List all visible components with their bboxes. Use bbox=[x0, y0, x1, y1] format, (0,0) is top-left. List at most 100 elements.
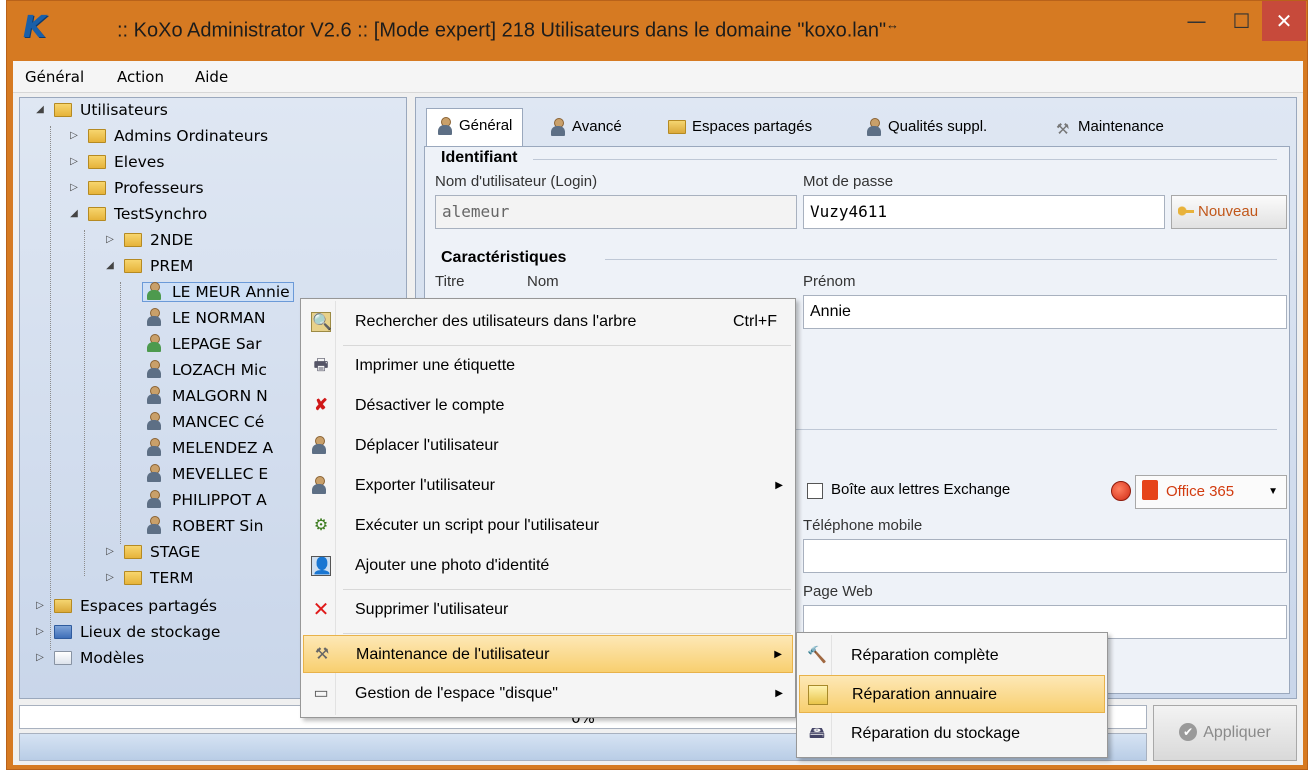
expand-icon[interactable]: ◢ bbox=[34, 98, 46, 122]
title-bar[interactable]: K :: KoXo Administrator V2.6 :: [Mode ex… bbox=[7, 1, 1307, 61]
minimize-button[interactable]: — bbox=[1174, 1, 1219, 41]
tree-user[interactable]: ROBERT Sin bbox=[146, 514, 263, 538]
menu-action[interactable]: Action bbox=[117, 68, 164, 86]
tab-qualites[interactable]: Qualités suppl. bbox=[866, 110, 987, 144]
resize-arrows-icon: ↔ bbox=[886, 17, 900, 32]
menu-item-search-users[interactable]: 🔍 Rechercher des utilisateurs dans l'arb… bbox=[303, 303, 793, 341]
user-icon bbox=[146, 386, 162, 404]
menu-item-disable-account[interactable]: ✘ Désactiver le compte bbox=[303, 387, 793, 425]
context-menu: 🔍 Rechercher des utilisateurs dans l'arb… bbox=[300, 298, 796, 718]
move-user-icon bbox=[311, 436, 331, 456]
maintenance-submenu: 🔨 Réparation complète Réparation annuair… bbox=[796, 632, 1108, 758]
tools-icon: ⚒ bbox=[314, 646, 330, 663]
tree-user[interactable]: MALGORN N bbox=[146, 384, 268, 408]
folder-icon bbox=[88, 207, 106, 221]
office-logo-icon bbox=[1142, 480, 1158, 500]
expand-icon[interactable]: ◢ bbox=[104, 254, 116, 278]
folder-icon bbox=[54, 103, 72, 117]
tree-user-selected[interactable]: LE MEUR Annie bbox=[142, 280, 294, 304]
menu-item-disk-space[interactable]: ▭ Gestion de l'espace "disque" ▶ bbox=[303, 675, 793, 713]
collapse-icon[interactable]: ▷ bbox=[68, 124, 80, 148]
export-user-icon bbox=[311, 476, 331, 496]
prenom-field[interactable]: Annie bbox=[803, 295, 1287, 329]
menu-item-storage-repair[interactable]: 🖴 Réparation du stockage bbox=[799, 715, 1105, 753]
mobile-field[interactable] bbox=[803, 539, 1287, 573]
tools-icon: ⚒ bbox=[1056, 121, 1070, 138]
section-identifiant: Identifiant bbox=[441, 149, 518, 166]
office365-dropdown[interactable]: Office 365 ▼ bbox=[1135, 475, 1287, 509]
collapse-icon[interactable]: ▷ bbox=[68, 150, 80, 174]
collapse-icon[interactable]: ▷ bbox=[104, 566, 116, 590]
password-label: Mot de passe bbox=[803, 173, 894, 190]
menu-item-run-script[interactable]: ⚙ Exécuter un script pour l'utilisateur bbox=[303, 507, 793, 545]
password-field[interactable]: Vuzy4611 bbox=[803, 195, 1165, 229]
expand-icon[interactable]: ◢ bbox=[68, 202, 80, 226]
tree-user[interactable]: LEPAGE Sar bbox=[146, 332, 262, 356]
login-field[interactable]: alemeur bbox=[435, 195, 797, 229]
folder-icon bbox=[88, 181, 106, 195]
collapse-icon[interactable]: ▷ bbox=[68, 176, 80, 200]
collapse-icon[interactable]: ▷ bbox=[34, 646, 46, 670]
menu-item-delete-user[interactable]: ✕ Supprimer l'utilisateur bbox=[303, 591, 793, 629]
folder-icon bbox=[124, 545, 142, 559]
submenu-arrow-icon: ▶ bbox=[774, 649, 782, 660]
exchange-checkbox[interactable] bbox=[807, 483, 823, 499]
web-label: Page Web bbox=[803, 583, 873, 600]
submenu-arrow-icon: ▶ bbox=[775, 688, 783, 699]
tab-avance[interactable]: Avancé bbox=[550, 110, 622, 144]
storage-icon: 🖴 bbox=[808, 725, 826, 742]
shared-folder-icon bbox=[668, 120, 686, 134]
tree-user[interactable]: MEVELLEC E bbox=[146, 462, 268, 486]
new-password-button[interactable]: Nouveau bbox=[1171, 195, 1287, 229]
login-label: Nom d'utilisateur (Login) bbox=[435, 173, 598, 190]
maximize-button[interactable]: ☐ bbox=[1219, 1, 1264, 41]
tree-user[interactable]: LOZACH Mic bbox=[146, 358, 267, 382]
app-logo: K bbox=[23, 10, 47, 45]
user-icon bbox=[146, 438, 162, 456]
menu-item-export-user[interactable]: Exporter l'utilisateur ▶ bbox=[303, 467, 793, 505]
user-icon bbox=[146, 464, 162, 482]
prenom-label: Prénom bbox=[803, 273, 856, 290]
folder-icon bbox=[124, 233, 142, 247]
menu-item-add-photo[interactable]: 👤 Ajouter une photo d'identité bbox=[303, 547, 793, 585]
apply-button[interactable]: ✔ Appliquer bbox=[1153, 705, 1297, 761]
menu-item-full-repair[interactable]: 🔨 Réparation complète bbox=[799, 637, 1105, 675]
close-button[interactable]: ✕ bbox=[1262, 1, 1306, 41]
shared-folder-icon bbox=[54, 599, 72, 613]
collapse-icon[interactable]: ▷ bbox=[104, 228, 116, 252]
model-icon bbox=[54, 651, 72, 665]
printer-icon: 🖶 bbox=[313, 357, 329, 374]
tab-espaces-partages[interactable]: Espaces partagés bbox=[668, 110, 812, 144]
tab-maintenance[interactable]: ⚒ Maintenance bbox=[1056, 110, 1164, 144]
user-icon bbox=[146, 360, 162, 378]
storage-icon bbox=[54, 625, 72, 639]
folder-icon bbox=[124, 259, 142, 273]
photo-icon: 👤 bbox=[311, 556, 332, 576]
chevron-down-icon: ▼ bbox=[1268, 486, 1278, 497]
tab-general[interactable]: Général bbox=[426, 108, 524, 146]
submenu-arrow-icon: ▶ bbox=[775, 480, 783, 491]
menu-item-print-label[interactable]: 🖶 Imprimer une étiquette bbox=[303, 347, 793, 385]
tree-user[interactable]: MELENDEZ A bbox=[146, 436, 273, 460]
tree-user[interactable]: PHILIPPOT A bbox=[146, 488, 267, 512]
menu-item-move-user[interactable]: Déplacer l'utilisateur bbox=[303, 427, 793, 465]
window-title: :: KoXo Administrator V2.6 :: [Mode expe… bbox=[117, 17, 900, 42]
folder-icon bbox=[88, 155, 106, 169]
titre-label: Titre bbox=[435, 273, 465, 290]
collapse-icon[interactable]: ▷ bbox=[34, 594, 46, 618]
user-icon bbox=[146, 490, 162, 508]
tree-user[interactable]: MANCEC Cé bbox=[146, 410, 264, 434]
menu-general[interactable]: Général bbox=[25, 68, 84, 86]
menu-aide[interactable]: Aide bbox=[195, 68, 228, 86]
nom-label: Nom bbox=[527, 273, 559, 290]
user-icon bbox=[146, 282, 162, 300]
collapse-icon[interactable]: ▷ bbox=[34, 620, 46, 644]
user-icon bbox=[146, 334, 162, 352]
menu-item-maintenance[interactable]: ⚒ Maintenance de l'utilisateur ▶ bbox=[303, 635, 793, 673]
disk-icon: ▭ bbox=[313, 685, 329, 702]
collapse-icon[interactable]: ▷ bbox=[104, 540, 116, 564]
delete-icon: ✕ bbox=[312, 599, 330, 621]
search-icon: 🔍 bbox=[311, 312, 332, 332]
tree-user[interactable]: LE NORMAN bbox=[146, 306, 266, 330]
menu-item-directory-repair[interactable]: Réparation annuaire bbox=[799, 675, 1105, 713]
